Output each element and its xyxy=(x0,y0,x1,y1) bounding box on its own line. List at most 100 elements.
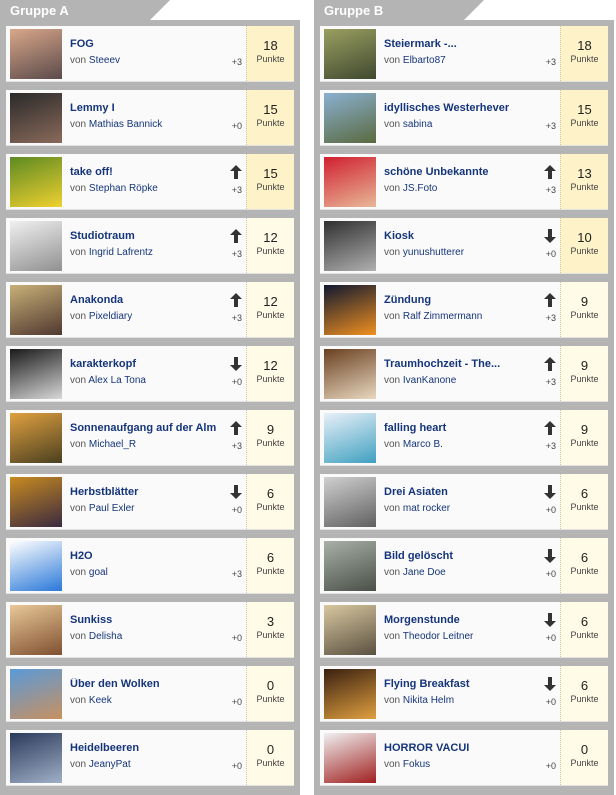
author-link[interactable]: Steeev xyxy=(89,55,120,66)
author-link[interactable]: Theodor Leitner xyxy=(403,631,474,642)
author-link[interactable]: IvanKanone xyxy=(403,375,456,386)
entry-row[interactable]: Morgenstunde von Theodor Leitner +0 6 Punkte xyxy=(320,602,608,658)
photo-thumbnail[interactable] xyxy=(324,29,376,79)
photo-title-link[interactable]: Flying Breakfast xyxy=(384,678,544,690)
photo-title-link[interactable]: Lemmy I xyxy=(70,102,230,114)
entry-row[interactable]: take off! von Stephan Röpke +3 15 Punkte xyxy=(6,154,294,210)
entry-row[interactable]: Flying Breakfast von Nikita Helm +0 6 Punkte xyxy=(320,666,608,722)
photo-title-link[interactable]: Über den Wolken xyxy=(70,678,230,690)
entry-row[interactable]: karakterkopf von Alex La Tona +0 12 Punkte xyxy=(6,346,294,402)
photo-title-link[interactable]: take off! xyxy=(70,166,230,178)
photo-title-link[interactable]: Heidelbeeren xyxy=(70,742,230,754)
photo-thumbnail[interactable] xyxy=(10,29,62,79)
entry-row[interactable]: Steiermark -... von Elbarto87 +3 18 Punkte xyxy=(320,26,608,82)
photo-thumbnail[interactable] xyxy=(324,413,376,463)
photo-thumbnail[interactable] xyxy=(324,349,376,399)
author-link[interactable]: Stephan Röpke xyxy=(89,183,158,194)
photo-title-link[interactable]: Anakonda xyxy=(70,294,230,306)
photo-thumbnail[interactable] xyxy=(10,605,62,655)
photo-title-link[interactable]: Sonnenaufgang auf der Alm xyxy=(70,422,230,434)
author-link[interactable]: Elbarto87 xyxy=(403,55,446,66)
photo-thumbnail[interactable] xyxy=(10,669,62,719)
entry-row[interactable]: FOG von Steeev +3 18 Punkte xyxy=(6,26,294,82)
entry-row[interactable]: Herbstblätter von Paul Exler +0 6 Punkte xyxy=(6,474,294,530)
author-link[interactable]: sabina xyxy=(403,119,432,130)
photo-thumbnail[interactable] xyxy=(10,221,62,271)
author-link[interactable]: mat rocker xyxy=(403,503,450,514)
entry-row[interactable]: Über den Wolken von Keek +0 0 Punkte xyxy=(6,666,294,722)
author-link[interactable]: JeanyPat xyxy=(89,759,131,770)
author-link[interactable]: JS.Foto xyxy=(403,183,437,194)
author-link[interactable]: Jane Doe xyxy=(403,567,446,578)
photo-title-link[interactable]: Kiosk xyxy=(384,230,544,242)
author-link[interactable]: Nikita Helm xyxy=(403,695,454,706)
photo-title-link[interactable]: schöne Unbekannte xyxy=(384,166,544,178)
photo-thumbnail[interactable] xyxy=(10,157,62,207)
author-link[interactable]: Mathias Bannick xyxy=(89,119,162,130)
entry-row[interactable]: Lemmy I von Mathias Bannick +0 15 Punkte xyxy=(6,90,294,146)
author-link[interactable]: Marco B. xyxy=(403,439,443,450)
entry-row[interactable]: Anakonda von Pixeldiary +3 12 Punkte xyxy=(6,282,294,338)
photo-title-link[interactable]: Zündung xyxy=(384,294,544,306)
photo-thumbnail[interactable] xyxy=(10,349,62,399)
photo-thumbnail[interactable] xyxy=(324,157,376,207)
photo-thumbnail[interactable] xyxy=(10,541,62,591)
entry-row[interactable]: Traumhochzeit - The... von IvanKanone +3 9 P… xyxy=(320,346,608,402)
photo-title-link[interactable]: Traumhochzeit - The... xyxy=(384,358,544,370)
entry-row[interactable]: HORROR VACUI von Fokus +0 0 Punkte xyxy=(320,730,608,786)
photo-thumbnail[interactable] xyxy=(324,605,376,655)
author-link[interactable]: Ralf Zimmermann xyxy=(403,311,482,322)
photo-title-link[interactable]: idyllisches Westerhever xyxy=(384,102,544,114)
author-link[interactable]: Fokus xyxy=(403,759,430,770)
author-link[interactable]: Ingrid Lafrentz xyxy=(89,247,153,258)
photo-thumbnail[interactable] xyxy=(324,285,376,335)
photo-thumbnail[interactable] xyxy=(324,477,376,527)
author-link[interactable]: yunushutterer xyxy=(403,247,464,258)
photo-title-link[interactable]: Bild gelöscht xyxy=(384,550,544,562)
entry-info: Heidelbeeren von JeanyPat +0 xyxy=(66,730,246,785)
entry-row[interactable]: Drei Asiaten von mat rocker +0 6 Punkte xyxy=(320,474,608,530)
photo-title-link[interactable]: Sunkiss xyxy=(70,614,230,626)
entry-row[interactable]: H2O von goal +3 6 Punkte xyxy=(6,538,294,594)
photo-thumbnail[interactable] xyxy=(324,541,376,591)
photo-title-link[interactable]: HORROR VACUI xyxy=(384,742,544,754)
entry-row[interactable]: Sunkiss von Delisha +0 3 Punkte xyxy=(6,602,294,658)
photo-title-link[interactable]: Herbstblätter xyxy=(70,486,230,498)
entry-info: Morgenstunde von Theodor Leitner +0 xyxy=(380,602,560,657)
entry-row[interactable]: Zündung von Ralf Zimmermann +3 9 Punkte xyxy=(320,282,608,338)
photo-title-link[interactable]: falling heart xyxy=(384,422,544,434)
author-link[interactable]: Keek xyxy=(89,695,112,706)
entry-row[interactable]: idyllisches Westerhever von sabina +3 15 Pun… xyxy=(320,90,608,146)
photo-title-link[interactable]: Drei Asiaten xyxy=(384,486,544,498)
entry-row[interactable]: falling heart von Marco B. +3 9 Punkte xyxy=(320,410,608,466)
photo-thumbnail[interactable] xyxy=(10,477,62,527)
author-link[interactable]: Paul Exler xyxy=(89,503,135,514)
photo-thumbnail[interactable] xyxy=(10,733,62,783)
photo-title-link[interactable]: FOG xyxy=(70,38,230,50)
photo-thumbnail[interactable] xyxy=(324,221,376,271)
entry-row[interactable]: Studiotraum von Ingrid Lafrentz +3 12 Punkte xyxy=(6,218,294,274)
photo-title-link[interactable]: H2O xyxy=(70,550,230,562)
author-link[interactable]: Pixeldiary xyxy=(89,311,132,322)
photo-thumbnail[interactable] xyxy=(324,733,376,783)
group-a-tab[interactable]: Gruppe A xyxy=(0,0,170,22)
entry-row[interactable]: schöne Unbekannte von JS.Foto +3 13 Punkte xyxy=(320,154,608,210)
author-link[interactable]: Alex La Tona xyxy=(88,375,146,386)
entry-row[interactable]: Sonnenaufgang auf der Alm von Michael_R +3… xyxy=(6,410,294,466)
entry-row[interactable]: Kiosk von yunushutterer +0 10 Punkte xyxy=(320,218,608,274)
photo-title-link[interactable]: Studiotraum xyxy=(70,230,230,242)
photo-title-link[interactable]: Steiermark -... xyxy=(384,38,544,50)
group-b-tab[interactable]: Gruppe B xyxy=(314,0,484,22)
entry-row[interactable]: Heidelbeeren von JeanyPat +0 0 Punkte xyxy=(6,730,294,786)
photo-title-link[interactable]: Morgenstunde xyxy=(384,614,544,626)
author-link[interactable]: Michael_R xyxy=(89,439,136,450)
author-link[interactable]: Delisha xyxy=(89,631,122,642)
photo-thumbnail[interactable] xyxy=(10,285,62,335)
author-link[interactable]: goal xyxy=(89,567,108,578)
photo-thumbnail[interactable] xyxy=(324,669,376,719)
photo-thumbnail[interactable] xyxy=(324,93,376,143)
photo-thumbnail[interactable] xyxy=(10,413,62,463)
photo-title-link[interactable]: karakterkopf xyxy=(70,358,230,370)
entry-row[interactable]: Bild gelöscht von Jane Doe +0 6 Punkte xyxy=(320,538,608,594)
photo-thumbnail[interactable] xyxy=(10,93,62,143)
